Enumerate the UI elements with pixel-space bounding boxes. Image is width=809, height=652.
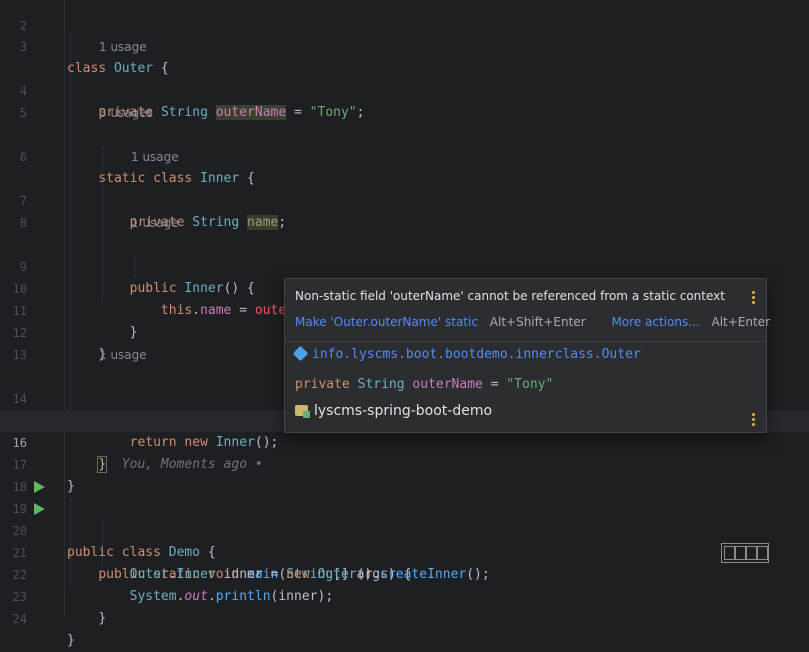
code-line[interactable]: 7 private String name; [0, 168, 809, 230]
usages-hint[interactable]: 1 usage [99, 36, 147, 58]
usages-hint[interactable]: 1 usage [131, 212, 179, 234]
class-cube-icon [292, 345, 309, 362]
code-line: 8 [0, 190, 809, 230]
token-field: outerName [215, 105, 287, 120]
make-static-action[interactable]: Make 'Outer.outerName' static [295, 315, 478, 329]
code-line[interactable]: 4 private String outerName = "Tony"; [0, 58, 809, 120]
module-folder-icon [295, 405, 310, 418]
module-label: lyscms-spring-boot-demo [314, 403, 493, 419]
package-link[interactable]: info.lyscms.boot.bootdemo.innerclass.Out… [312, 347, 641, 362]
code-text[interactable]: } [67, 630, 75, 652]
token-class: String [192, 215, 240, 230]
code-line: 2 [0, 0, 809, 33]
code-line[interactable]: 20 public static void main(String[] args… [0, 498, 809, 582]
usages-hint[interactable]: 1 usage [131, 146, 179, 168]
line-number: 6 [19, 150, 27, 164]
token-punct: = [286, 105, 310, 120]
code-line: 5 [0, 80, 809, 120]
more-actions-shortcut: Alt+Enter [711, 315, 770, 329]
token-punct: } [67, 633, 75, 648]
token-field: name [247, 215, 279, 230]
code-line[interactable]: 23 } [0, 564, 809, 626]
error-tooltip-popup: Non-static field 'outerName' cannot be r… [284, 278, 770, 433]
line-number: 24 [12, 612, 27, 626]
token-class: String [357, 377, 405, 392]
quick-fix-actions: Make 'Outer.outerName' static Alt+Shift+… [295, 315, 770, 329]
token-field: outerName [412, 377, 483, 392]
module-name: lyscms-spring-boot-demo [295, 403, 492, 419]
line-number: 13 [12, 348, 27, 362]
code-line[interactable]: 22 System.out.println(inner); [0, 542, 809, 604]
declaration-signature: private String outerName = "Tony" [295, 377, 553, 392]
code-line[interactable]: 21 Outer.Inner inner = new Outer().creat… [0, 520, 809, 582]
line-number: 3 [19, 40, 27, 54]
code-line[interactable]: 3 class Outer { [0, 14, 809, 76]
token-keyword: private [295, 377, 350, 392]
error-message: Non-static field 'outerName' cannot be r… [295, 289, 725, 303]
run-icon[interactable] [34, 503, 45, 515]
make-static-shortcut: Alt+Shift+Enter [489, 315, 586, 329]
token-class: String [160, 105, 208, 120]
code-line[interactable]: 10 this.name = outerName; [0, 256, 809, 318]
run-icon[interactable] [34, 481, 45, 493]
code-line[interactable]: 19 public class Demo { [0, 476, 809, 560]
token-punct: ; [278, 215, 287, 230]
more-options-icon[interactable] [752, 413, 756, 428]
popup-divider [285, 341, 766, 342]
usages-hint[interactable]: 1 usage [99, 344, 147, 366]
code-line[interactable]: 9 public Inner() { [0, 234, 809, 296]
code-line: 18 [0, 454, 809, 494]
token-string: "Tony" [506, 377, 554, 392]
more-actions-link[interactable]: More actions... [611, 315, 699, 329]
line-number: 8 [19, 216, 27, 230]
ime-indicator [721, 543, 769, 563]
token-string: "Tony" [309, 105, 357, 120]
token-punct: = [482, 377, 507, 392]
code-line[interactable]: 24 } [0, 586, 809, 648]
code-text[interactable]: } [67, 608, 106, 630]
token-punct: ; [356, 105, 365, 120]
line-number: 5 [19, 106, 27, 120]
declaration-package[interactable]: info.lyscms.boot.bootdemo.innerclass.Out… [292, 345, 641, 362]
more-options-icon[interactable] [752, 291, 756, 306]
code-line[interactable]: 6 static class Inner { [0, 124, 809, 186]
code-line[interactable]: 17 } [0, 432, 809, 494]
usages-hint[interactable]: 3 usages [99, 102, 153, 124]
